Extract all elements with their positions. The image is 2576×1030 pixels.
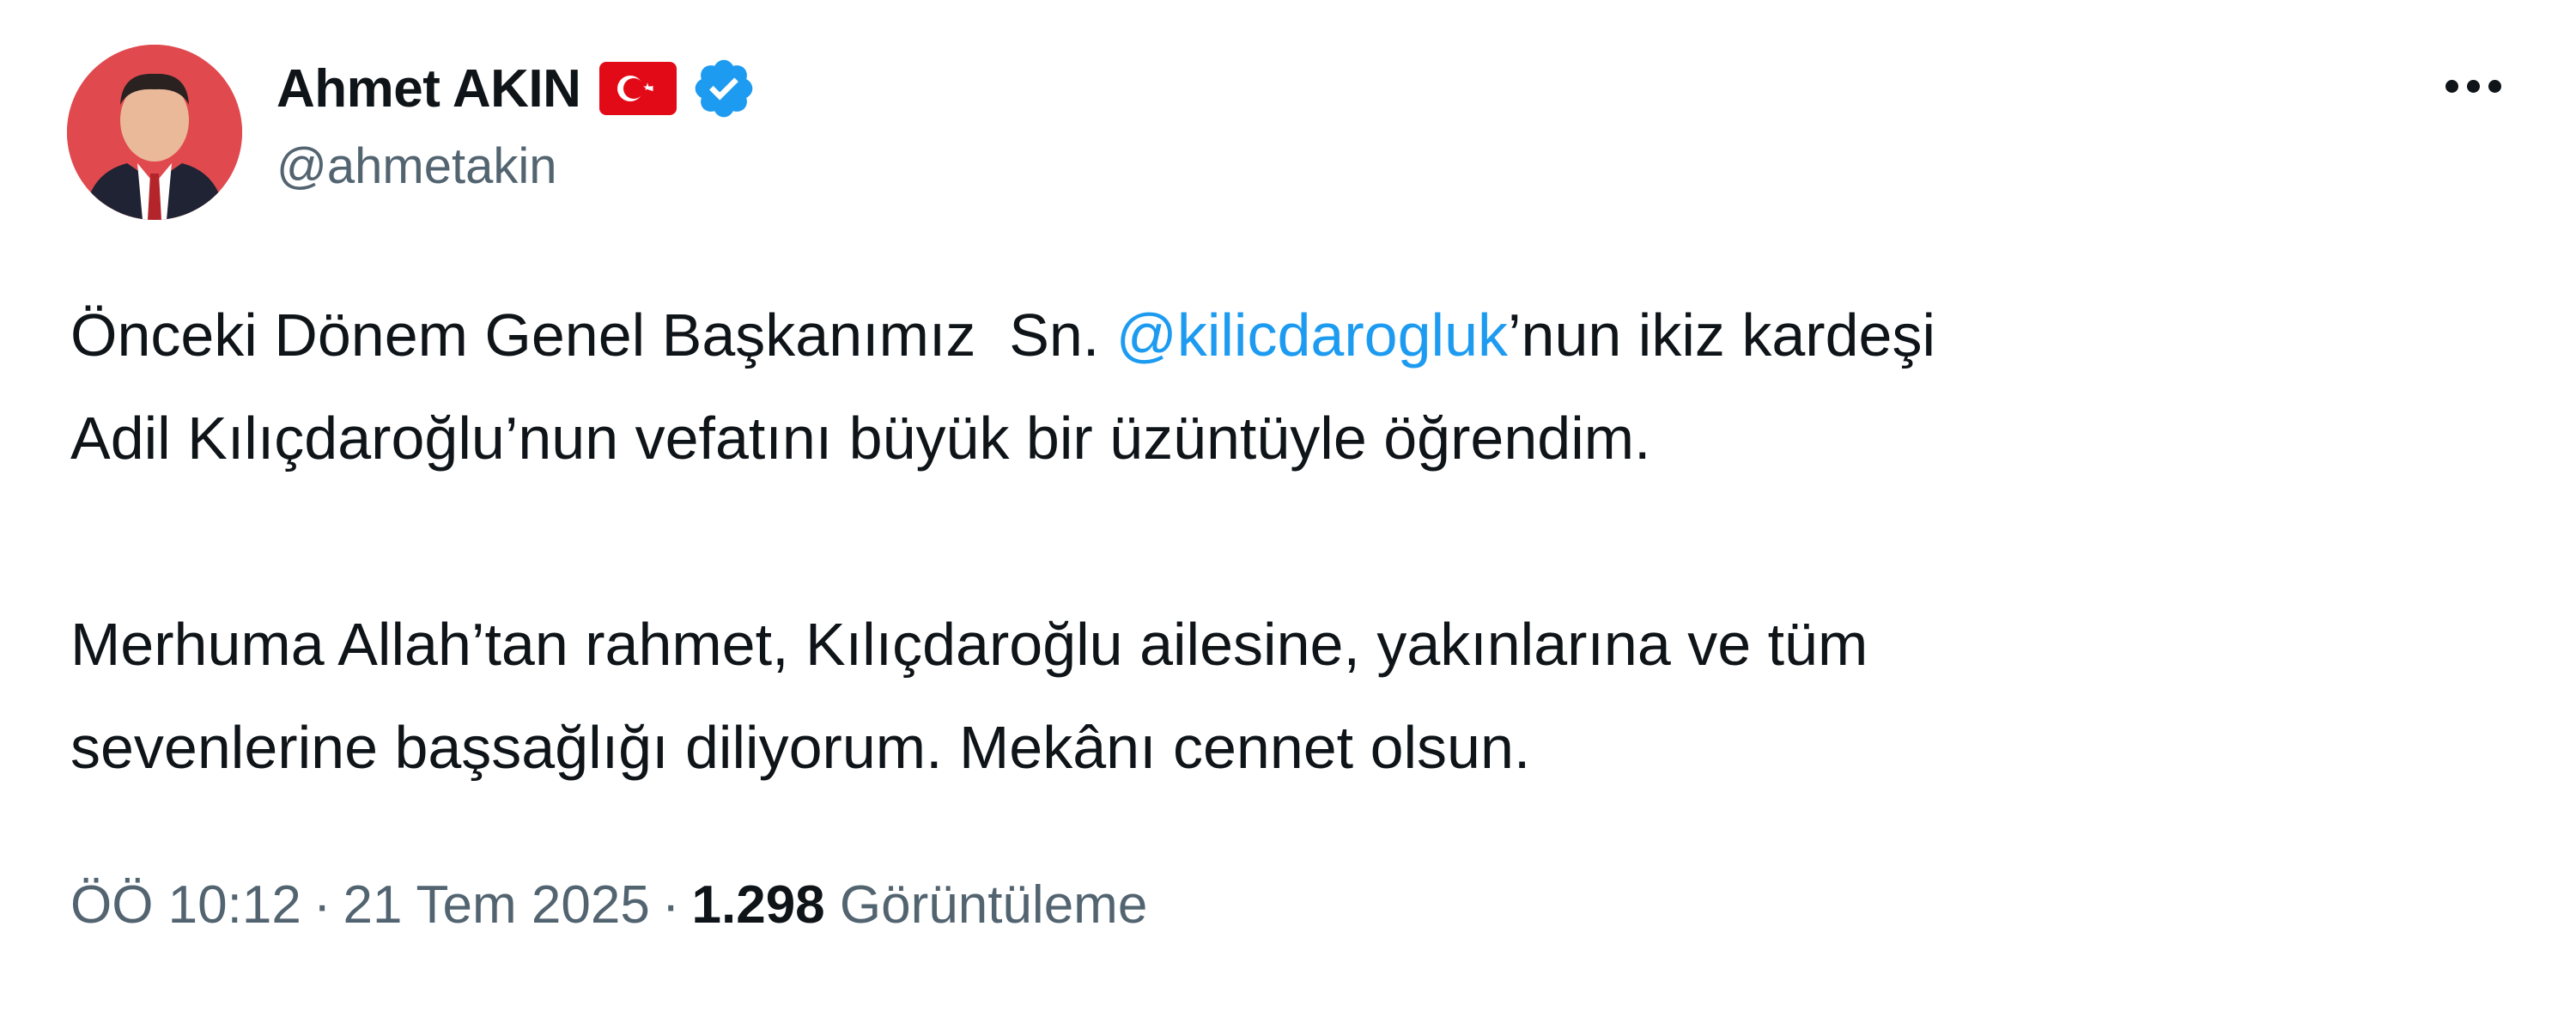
tweet-text-line: sevenlerine başsağlığı diliyorum. Mekânı… — [70, 714, 1531, 781]
views-label: Görüntüleme — [839, 875, 1148, 935]
separator-dot: · — [313, 875, 331, 935]
author-display-name[interactable]: Ahmet AKIN — [276, 58, 581, 119]
tweet-card: Ahmet AKIN @ahmetakin Önceki Dönem Genel… — [0, 0, 2576, 1030]
author-name-row: Ahmet AKIN — [276, 50, 757, 127]
avatar-image — [67, 45, 242, 220]
more-horizontal-icon — [2445, 79, 2458, 93]
more-options-button[interactable] — [2421, 52, 2524, 120]
tweet-paragraph: Merhuma Allah’tan rahmet, Kılıçdaroğlu a… — [70, 593, 2492, 799]
more-horizontal-icon — [2466, 79, 2480, 93]
tweet-text-segment: ’nun ikiz kardeşi — [1508, 302, 1935, 369]
tweet-text-line: Merhuma Allah’tan rahmet, Kılıçdaroğlu a… — [70, 611, 1868, 678]
verified-badge-icon[interactable] — [690, 55, 757, 122]
tweet-time[interactable]: ÖÖ 10:12 — [70, 875, 301, 935]
turkey-flag-icon — [599, 62, 677, 115]
tweet-text-line: Adil Kılıçdaroğlu’nun vefatını büyük bir… — [70, 405, 1651, 472]
separator-dot: · — [661, 875, 680, 935]
author-handle[interactable]: @ahmetakin — [276, 137, 556, 195]
tweet-paragraph: Önceki Dönem Genel Başkanımız Sn. @kilic… — [70, 283, 2492, 490]
tweet-date[interactable]: 21 Tem 2025 — [343, 875, 649, 935]
tweet-text: Önceki Dönem Genel Başkanımız Sn. @kilic… — [70, 283, 2492, 799]
mention-link[interactable]: @kilicdarogluk — [1116, 302, 1508, 369]
more-horizontal-icon — [2488, 79, 2501, 93]
avatar[interactable] — [67, 45, 242, 220]
tweet-metadata: ÖÖ 10:12 · 21 Tem 2025 · 1.298 Görüntüleme — [70, 875, 1147, 936]
views-count: 1.298 — [691, 875, 825, 935]
tweet-text-segment: Önceki Dönem Genel Başkanımız Sn. — [70, 302, 1116, 369]
